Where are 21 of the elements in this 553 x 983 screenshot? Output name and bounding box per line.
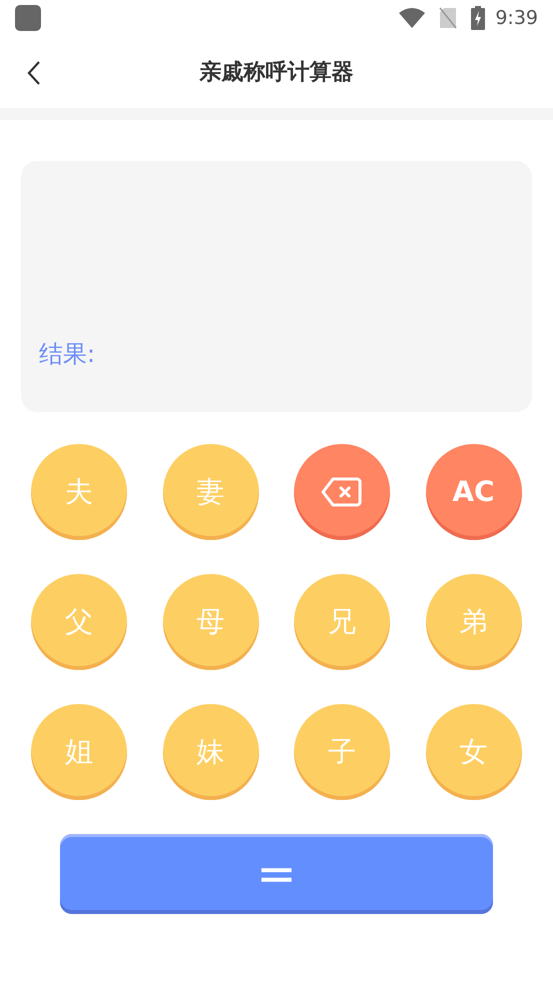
relation-key[interactable]: 姐 xyxy=(31,704,127,800)
relation-key[interactable]: 妹 xyxy=(162,704,258,800)
relation-key[interactable]: 夫 xyxy=(31,444,127,540)
relation-key[interactable]: 子 xyxy=(294,704,390,800)
page-title: 亲戚称呼计算器 xyxy=(200,58,354,86)
relation-key[interactable]: 父 xyxy=(31,574,127,670)
app-icon xyxy=(15,5,41,31)
relation-key[interactable]: 弟 xyxy=(426,574,522,670)
wifi-icon xyxy=(399,8,426,28)
battery-icon xyxy=(471,6,486,30)
backspace-icon xyxy=(321,476,363,508)
equals-button[interactable]: = xyxy=(60,834,493,914)
back-icon xyxy=(27,61,41,85)
result-label: 结果: xyxy=(39,339,96,370)
clear-key[interactable]: AC xyxy=(426,444,522,540)
relation-key[interactable]: 兄 xyxy=(294,574,390,670)
no-sim-icon xyxy=(439,7,458,29)
relation-key[interactable]: 母 xyxy=(162,574,258,670)
status-time: 9:39 xyxy=(495,6,538,31)
relation-key[interactable]: 女 xyxy=(426,704,522,800)
relation-key[interactable]: 妻 xyxy=(162,444,258,540)
